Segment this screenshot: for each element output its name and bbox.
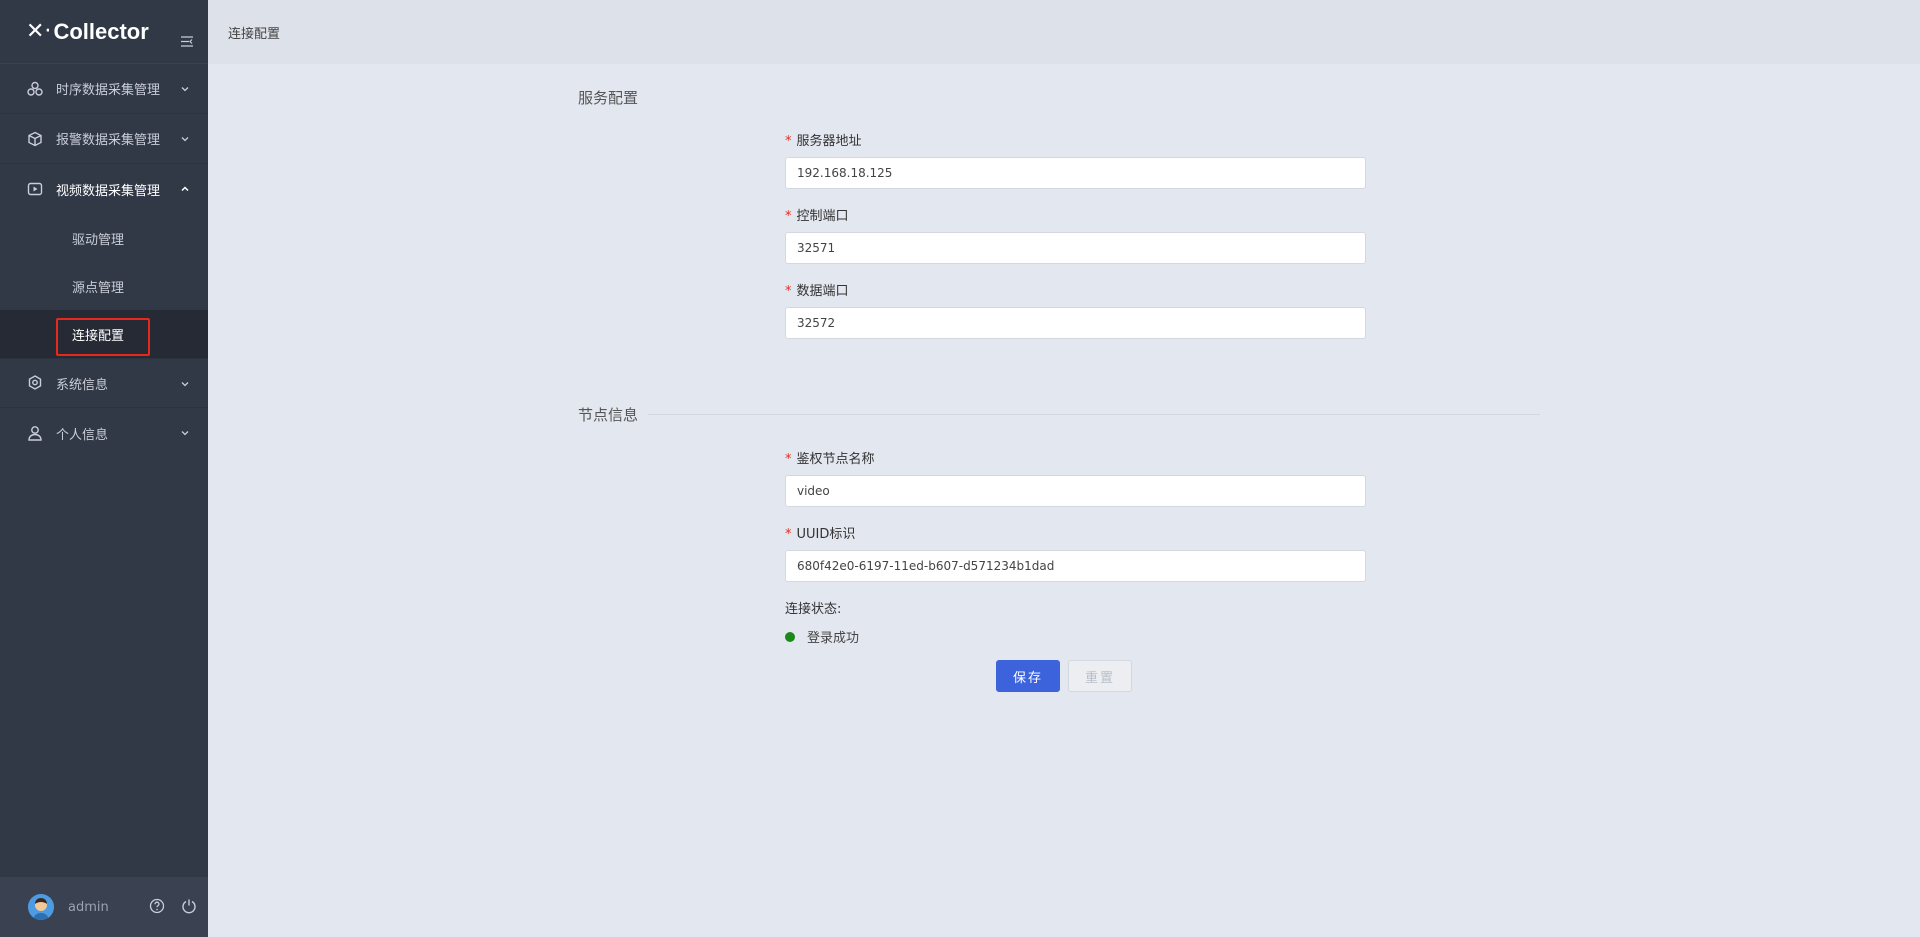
server-address-label: * 服务器地址 [785,134,862,149]
server-section-title: 服务配置 [578,89,639,107]
menu-label: 个人信息 [56,427,109,443]
avatar[interactable] [28,894,54,920]
sidebar: ✕· Collector 时序数据采集管理 报警数据采集管理 视频数据采集管理 … [0,0,208,937]
reset-button[interactable]: 重置 [1068,660,1132,692]
logo-bar: ✕· Collector [0,0,208,64]
gear-icon [26,374,44,392]
submenu-driver[interactable]: 驱动管理 [0,214,208,262]
connection-status: 登录成功 [785,627,859,646]
uuid-label: * UUID标识 [785,527,856,542]
menu-label: 视频数据采集管理 [56,183,161,199]
power-icon[interactable] [180,897,198,915]
username: admin [68,899,109,915]
server-address-input[interactable] [785,157,1366,189]
chevron-down-icon [180,378,190,388]
logo-mark: ✕· [26,19,52,44]
menu-profile[interactable]: 个人信息 [0,408,208,458]
cluster-icon [26,80,44,98]
control-port-input[interactable] [785,232,1366,264]
status-dot-icon [785,631,795,642]
connection-status-label: 连接状态: [785,602,842,617]
app-logo: Collector [53,18,149,44]
menu-label: 时序数据采集管理 [56,83,161,98]
auth-node-input[interactable] [785,475,1366,507]
sidebar-footer: admin [0,877,208,937]
chevron-up-icon [180,183,190,193]
data-port-input[interactable] [785,307,1366,339]
chevron-down-icon [180,427,190,437]
help-icon[interactable] [148,897,166,915]
menu-alarm[interactable]: 报警数据采集管理 [0,114,208,164]
menu-label: 报警数据采集管理 [56,133,161,148]
menu-system[interactable]: 系统信息 [0,358,208,408]
collapse-menu-icon[interactable] [181,32,193,47]
box-icon [26,130,44,148]
section-divider [648,414,1540,415]
menu-video[interactable]: 视频数据采集管理 [0,164,208,214]
auth-node-label: * 鉴权节点名称 [785,452,875,467]
video-icon [26,180,44,198]
data-port-label: * 数据端口 [785,284,849,299]
chevron-down-icon [180,83,190,93]
submenu-source[interactable]: 源点管理 [0,262,208,310]
chevron-down-icon [180,133,190,143]
save-button[interactable]: 保存 [996,660,1060,692]
breadcrumb: 连接配置 [208,0,1920,64]
menu-timeseries[interactable]: 时序数据采集管理 [0,64,208,114]
menu-label: 系统信息 [56,377,109,393]
footer-actions [148,897,198,915]
user-icon [26,424,44,442]
uuid-input[interactable] [785,550,1366,582]
submenu-connection-config[interactable]: 连接配置 [0,310,208,358]
status-text: 登录成功 [807,631,860,646]
node-section-title: 节点信息 [578,406,639,424]
breadcrumb-current: 连接配置 [228,26,281,42]
control-port-label: * 控制端口 [785,209,849,224]
highlight-box [56,318,150,356]
